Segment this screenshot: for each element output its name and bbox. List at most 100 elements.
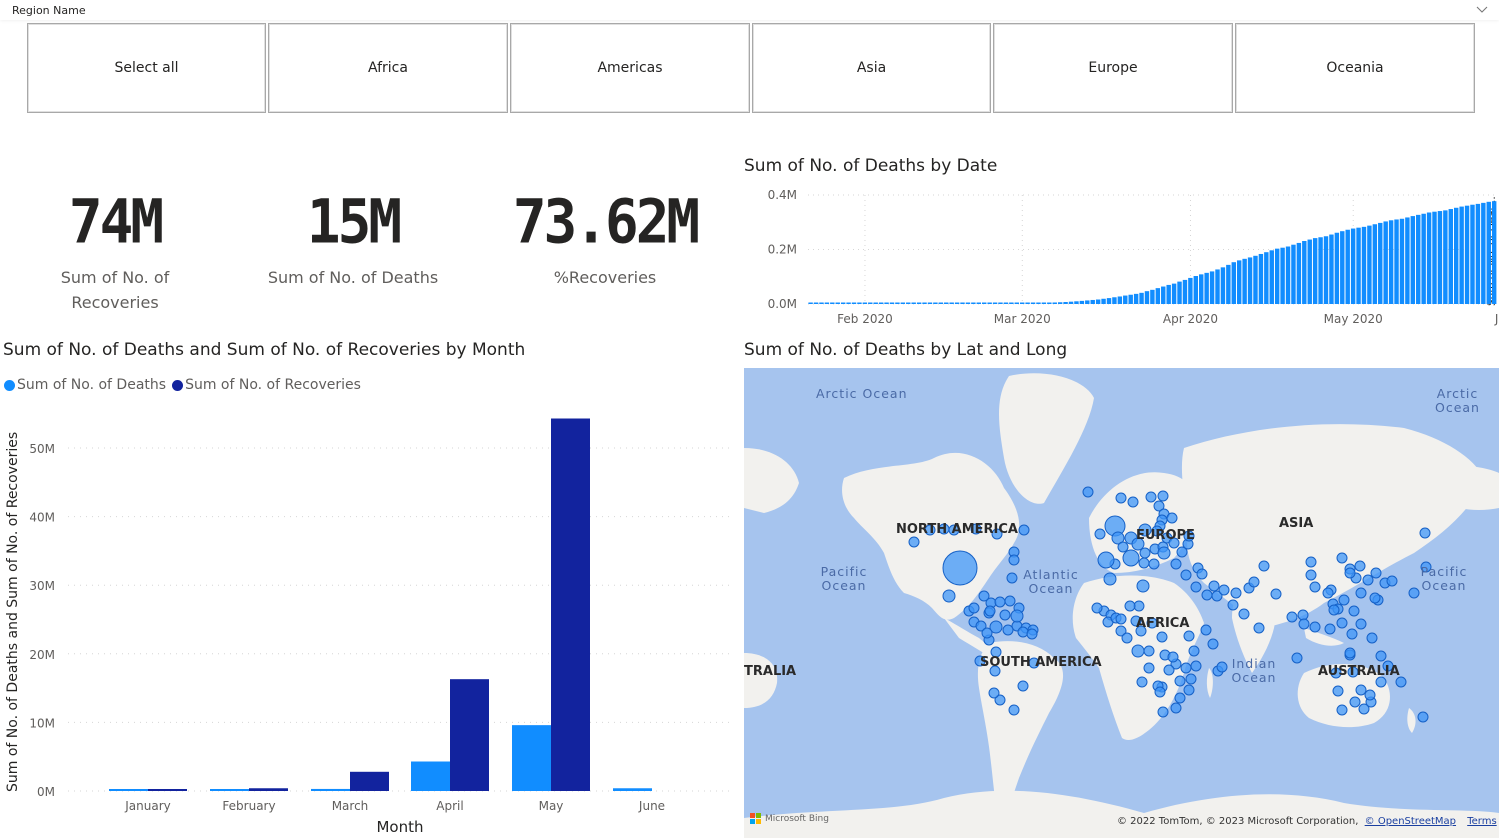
date-bar[interactable] xyxy=(1242,258,1247,304)
deaths-bar[interactable] xyxy=(210,789,249,791)
map-bubble[interactable] xyxy=(1332,685,1344,697)
date-bar[interactable] xyxy=(1036,302,1041,305)
date-bar[interactable] xyxy=(868,302,873,305)
map-bubble[interactable] xyxy=(1190,581,1202,593)
deaths-bar[interactable] xyxy=(311,788,350,791)
map-bubble[interactable] xyxy=(1170,558,1182,570)
map-bubble[interactable] xyxy=(1309,621,1321,633)
date-bar[interactable] xyxy=(1101,298,1106,304)
date-bar[interactable] xyxy=(998,302,1003,305)
map-bubble[interactable] xyxy=(1103,572,1117,586)
slicer-tile-select-all[interactable]: Select all xyxy=(27,23,266,113)
map-bubble[interactable] xyxy=(1344,567,1356,579)
slicer-tile-oceania[interactable]: Oceania xyxy=(1235,23,1475,113)
date-bar[interactable] xyxy=(1182,279,1188,304)
date-bar[interactable] xyxy=(1399,218,1405,304)
date-bar[interactable] xyxy=(1231,262,1236,304)
map-bubble[interactable] xyxy=(1138,557,1150,569)
map-bubble[interactable] xyxy=(942,550,978,586)
date-bar[interactable] xyxy=(1112,297,1117,304)
date-bar[interactable] xyxy=(1340,231,1345,304)
date-bar[interactable] xyxy=(1144,291,1150,304)
date-bar[interactable] xyxy=(1014,302,1019,305)
date-bar[interactable] xyxy=(1453,207,1459,304)
date-bar[interactable] xyxy=(1475,203,1481,304)
map-bubble[interactable] xyxy=(1344,647,1356,659)
date-bar[interactable] xyxy=(965,302,971,305)
date-bar[interactable] xyxy=(971,302,976,305)
map-bubble[interactable] xyxy=(981,627,993,639)
map-bubble[interactable] xyxy=(1305,556,1317,568)
date-bar[interactable] xyxy=(1388,220,1394,304)
date-bar[interactable] xyxy=(1150,289,1155,304)
date-bar[interactable] xyxy=(1437,211,1443,304)
map-bubble[interactable] xyxy=(1157,546,1171,560)
date-bar[interactable] xyxy=(1047,302,1052,305)
map-bubble[interactable] xyxy=(1336,617,1348,629)
map-bubble[interactable] xyxy=(1208,580,1220,592)
date-bar[interactable] xyxy=(1378,222,1383,304)
date-bar[interactable] xyxy=(1220,267,1226,304)
map-bubble[interactable] xyxy=(1230,587,1242,599)
date-bar[interactable] xyxy=(1074,301,1079,304)
map-bubble[interactable] xyxy=(968,602,980,614)
map-bubble[interactable] xyxy=(1010,609,1024,623)
legend-item-deaths[interactable]: Sum of No. of Deaths xyxy=(4,377,166,393)
map-bubble[interactable] xyxy=(1094,528,1106,540)
map-bubble[interactable] xyxy=(1127,496,1139,508)
map-bubble[interactable] xyxy=(1419,527,1431,539)
recoveries-bar[interactable] xyxy=(551,418,590,791)
date-bar[interactable] xyxy=(1068,301,1074,304)
deaths-bar[interactable] xyxy=(109,789,148,791)
date-bar[interactable] xyxy=(1209,271,1215,304)
date-bar[interactable] xyxy=(922,302,927,305)
date-bar[interactable] xyxy=(1171,283,1177,304)
date-bar[interactable] xyxy=(1459,206,1464,304)
date-bar[interactable] xyxy=(1063,302,1068,304)
map-bubble[interactable] xyxy=(1124,600,1136,612)
map-bubble[interactable] xyxy=(984,605,996,617)
map-bubble[interactable] xyxy=(1355,618,1367,630)
date-bar[interactable] xyxy=(1410,216,1416,304)
map-bubble[interactable] xyxy=(1291,652,1303,664)
map-bubble[interactable] xyxy=(1145,491,1157,503)
map-bubble[interactable] xyxy=(1017,626,1029,638)
date-bar[interactable] xyxy=(976,302,982,305)
date-bar[interactable] xyxy=(906,302,911,305)
map-bubble[interactable] xyxy=(999,609,1011,621)
date-bar[interactable] xyxy=(1329,234,1334,304)
date-bar[interactable] xyxy=(1416,214,1421,304)
map-bubble[interactable] xyxy=(1305,569,1317,581)
map-bubble[interactable] xyxy=(1298,618,1310,630)
map-bubble[interactable] xyxy=(1355,684,1367,696)
map-bubble[interactable] xyxy=(1346,628,1358,640)
map-bubble[interactable] xyxy=(1002,624,1014,636)
date-bar[interactable] xyxy=(1361,226,1367,304)
date-bar[interactable] xyxy=(1302,240,1307,304)
date-bar[interactable] xyxy=(1247,257,1253,304)
date-bar[interactable] xyxy=(1177,281,1182,304)
map-bubble[interactable] xyxy=(1174,675,1186,687)
map-bubble[interactable] xyxy=(1227,599,1239,611)
map-bubble[interactable] xyxy=(1166,512,1178,524)
date-bar[interactable] xyxy=(1258,253,1264,304)
date-bar[interactable] xyxy=(1443,210,1448,304)
date-bar[interactable] xyxy=(987,302,992,305)
map-bubble[interactable] xyxy=(1131,644,1145,658)
map-bubble[interactable] xyxy=(1188,645,1200,657)
map-bubble[interactable] xyxy=(1336,552,1348,564)
map-bubble[interactable] xyxy=(1322,587,1334,599)
map-bubble[interactable] xyxy=(1097,551,1115,569)
map-bubble[interactable] xyxy=(1309,581,1321,593)
date-bar[interactable] xyxy=(1155,288,1161,304)
map-bubble[interactable] xyxy=(1082,486,1094,498)
date-bar[interactable] xyxy=(862,302,868,305)
map-bubble[interactable] xyxy=(1154,686,1166,698)
map-bubble[interactable] xyxy=(1008,554,1020,566)
date-bar[interactable] xyxy=(1236,260,1242,304)
date-bar[interactable] xyxy=(873,302,878,305)
date-bar[interactable] xyxy=(927,302,933,305)
map-bubble[interactable] xyxy=(1115,613,1127,625)
date-bar[interactable] xyxy=(1323,236,1329,304)
date-bar[interactable] xyxy=(1269,250,1274,304)
